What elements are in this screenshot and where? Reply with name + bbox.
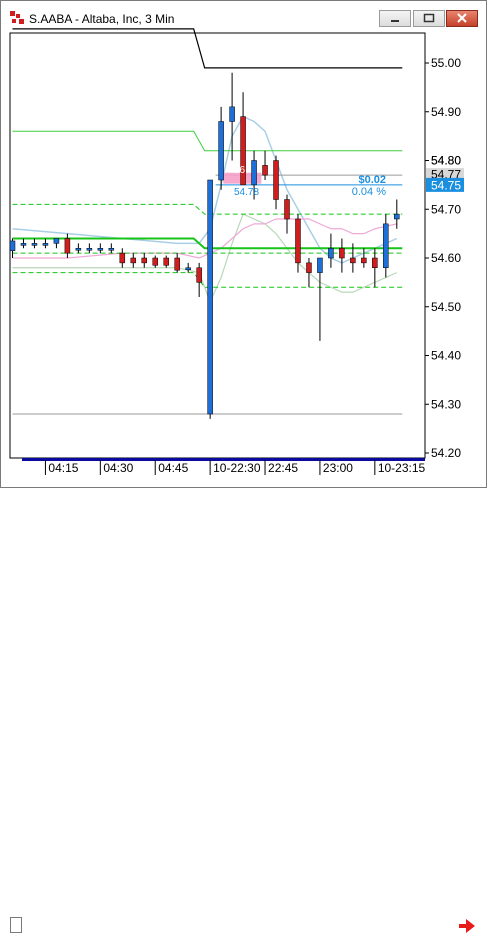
candle-body[interactable] bbox=[339, 248, 345, 259]
candle-body[interactable] bbox=[31, 243, 38, 246]
y-tick-label: 54.40 bbox=[431, 349, 461, 363]
scroll-left-button[interactable] bbox=[10, 917, 22, 933]
y-tick-label: 55.00 bbox=[431, 56, 461, 70]
candle-body[interactable] bbox=[53, 238, 60, 244]
price-change-label: $0.02 bbox=[358, 174, 386, 186]
candle-body[interactable] bbox=[75, 248, 82, 251]
chart-footer bbox=[0, 458, 487, 933]
candle-body[interactable] bbox=[141, 257, 148, 264]
candle-body[interactable] bbox=[9, 240, 16, 251]
candle-body[interactable] bbox=[163, 257, 169, 266]
candle-body[interactable] bbox=[273, 160, 279, 200]
candle-body[interactable] bbox=[108, 248, 115, 251]
candle-body[interactable] bbox=[306, 262, 312, 273]
candle-body[interactable] bbox=[20, 243, 27, 246]
candle-body[interactable] bbox=[207, 179, 213, 415]
candle-body[interactable] bbox=[119, 252, 126, 264]
candle-body[interactable] bbox=[86, 248, 93, 251]
candle-body[interactable] bbox=[152, 257, 158, 266]
candle-body[interactable] bbox=[42, 243, 49, 246]
candle-body[interactable] bbox=[174, 257, 180, 271]
y-tick-label: 54.80 bbox=[431, 154, 461, 168]
candle-body[interactable] bbox=[361, 257, 367, 264]
candle-body[interactable] bbox=[284, 199, 290, 220]
candle-body[interactable] bbox=[372, 257, 378, 268]
candle-body[interactable] bbox=[64, 238, 71, 254]
y-tick-label: 54.30 bbox=[431, 397, 461, 411]
candle-body[interactable] bbox=[229, 106, 235, 122]
candle-body[interactable] bbox=[383, 223, 389, 268]
candle-body[interactable] bbox=[185, 267, 191, 270]
plot-area[interactable] bbox=[9, 32, 426, 459]
candle-body[interactable] bbox=[317, 257, 323, 273]
highlight-price-label: 54.78 bbox=[234, 187, 259, 198]
y-tick-label: 54.60 bbox=[431, 251, 461, 265]
candle-body[interactable] bbox=[295, 218, 301, 264]
price-change-pct-label: 0.04 % bbox=[352, 186, 386, 198]
y-tick-label: 54.70 bbox=[431, 202, 461, 216]
candle-body[interactable] bbox=[262, 165, 268, 176]
y-tick-label: 54.90 bbox=[431, 105, 461, 119]
price-chart[interactable]: $0.020.04 % 54.78 56 55.00 54.90 54.80 54.70 54… bbox=[0, 0, 487, 488]
candle-body[interactable] bbox=[196, 267, 202, 283]
candle-body[interactable] bbox=[328, 248, 334, 259]
highlight-prefix-label: 56 bbox=[234, 165, 246, 176]
current-price-label: 54.75 bbox=[431, 178, 461, 192]
candle-body[interactable] bbox=[394, 213, 400, 220]
candle-body[interactable] bbox=[97, 248, 104, 251]
candle-body[interactable] bbox=[218, 121, 224, 181]
candle-body[interactable] bbox=[350, 257, 356, 264]
candle-body[interactable] bbox=[251, 160, 257, 186]
scroll-right-arrow-icon[interactable] bbox=[456, 916, 478, 938]
candle-body[interactable] bbox=[130, 257, 137, 264]
y-tick-label: 54.50 bbox=[431, 300, 461, 314]
